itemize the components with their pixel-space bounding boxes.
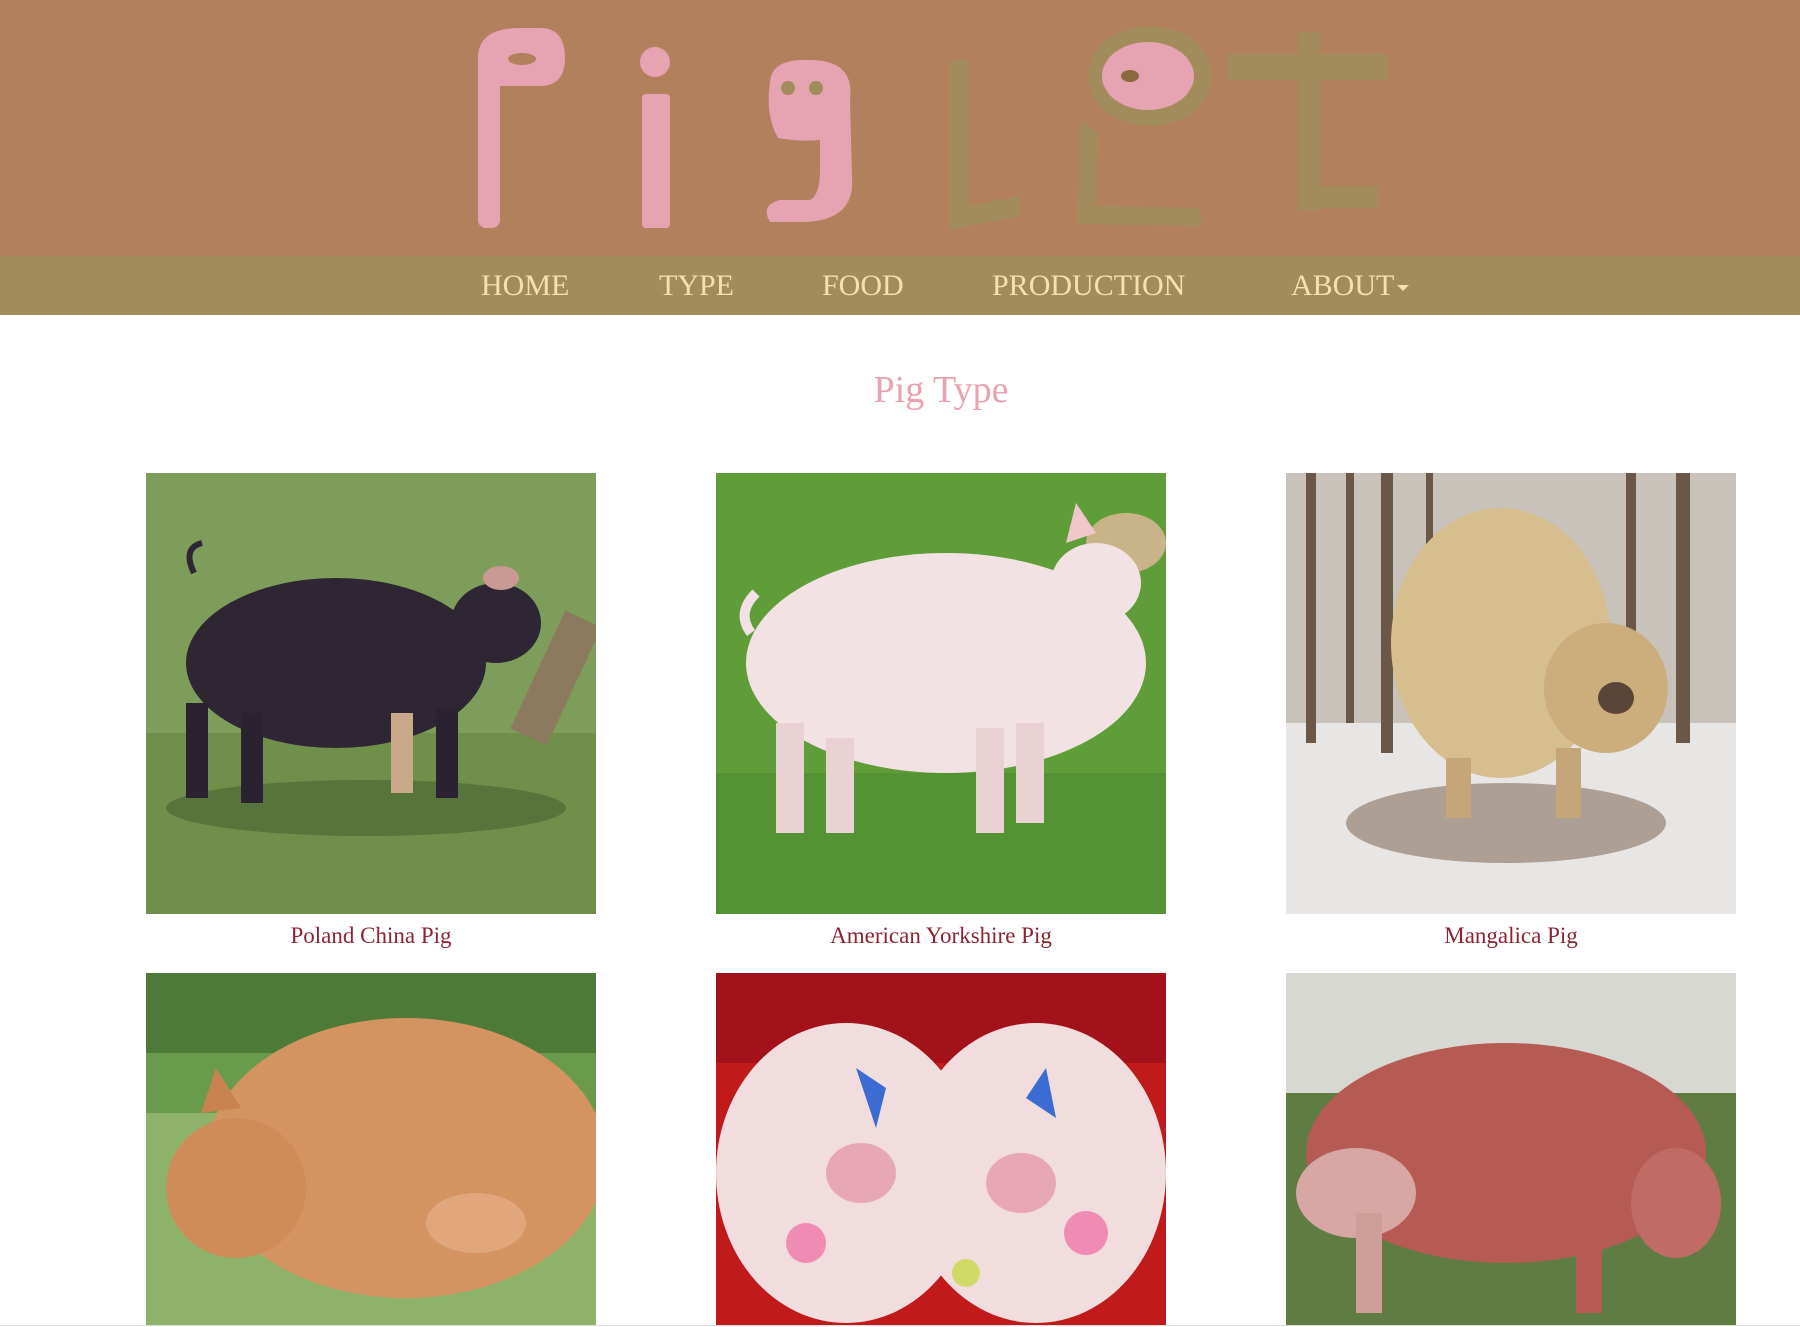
- nav-type[interactable]: TYPE: [659, 256, 734, 315]
- nav-food-label: FOOD: [822, 269, 904, 302]
- nav-about-label: ABOUT: [1291, 269, 1395, 302]
- nav-about-dropdown[interactable]: ABOUT: [1291, 256, 1410, 315]
- caret-down-icon: [1397, 285, 1410, 292]
- page-bottom-divider: [0, 1325, 1800, 1326]
- nav-production[interactable]: PRODUCTION: [992, 256, 1185, 315]
- nav-production-label: PRODUCTION: [992, 269, 1186, 302]
- pig-name[interactable]: Poland China Pig: [106, 923, 636, 949]
- pig-photo[interactable]: [1286, 473, 1736, 914]
- piglet-logo[interactable]: [460, 20, 1420, 230]
- main-nav: HOME TYPE FOOD PRODUCTION ABOUT: [0, 256, 1800, 315]
- nav-home[interactable]: HOME: [481, 256, 569, 315]
- nav-type-label: TYPE: [659, 269, 734, 302]
- nav-food[interactable]: FOOD: [822, 256, 904, 315]
- pig-photo[interactable]: [716, 973, 1166, 1325]
- site-header: [0, 0, 1800, 256]
- pig-photo[interactable]: [146, 973, 596, 1325]
- pig-name[interactable]: American Yorkshire Pig: [676, 923, 1206, 949]
- nav-home-label: HOME: [481, 269, 570, 302]
- page-title: Pig Type: [873, 369, 1009, 411]
- pig-photo[interactable]: [146, 473, 596, 914]
- pig-photo[interactable]: [1286, 973, 1736, 1325]
- pig-name[interactable]: Mangalica Pig: [1246, 923, 1776, 949]
- pig-photo[interactable]: [716, 473, 1166, 914]
